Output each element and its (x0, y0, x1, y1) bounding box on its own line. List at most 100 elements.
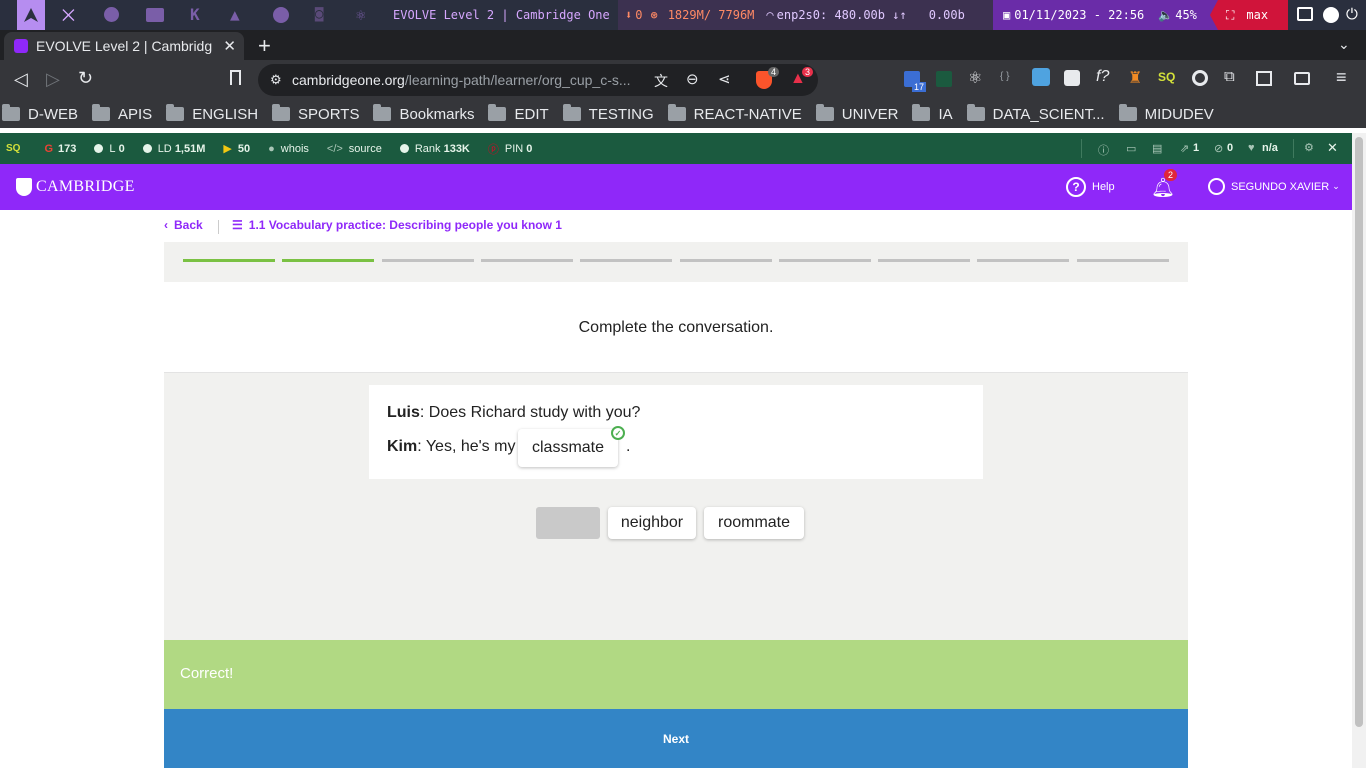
back-nav-icon[interactable]: ◁ (14, 69, 28, 90)
bookmark-folder[interactable]: DATA_SCIENT... (966, 104, 1105, 123)
new-tab-icon[interactable]: + (258, 33, 271, 59)
next-button[interactable]: Next (164, 709, 1188, 768)
bookmark-folder[interactable]: REACT-NATIVE (667, 104, 802, 123)
bookmark-folder[interactable]: IA (912, 104, 953, 123)
tab-title: EVOLVE Level 2 | Cambridg (36, 38, 213, 54)
folder-icon (966, 104, 985, 121)
line-end: . (626, 438, 631, 455)
vlc-icon[interactable]: ▲ (230, 5, 240, 24)
monitor-icon[interactable]: ▭ (1126, 142, 1136, 155)
bookmark-label: IA (938, 105, 953, 123)
chess-extension-icon[interactable]: ♜ (1128, 68, 1142, 88)
folder-icon (166, 104, 185, 121)
files-icon[interactable] (146, 8, 164, 22)
cambridge-logo[interactable]: CAMBRIDGE (16, 178, 135, 196)
scrollbar-thumb[interactable] (1355, 137, 1363, 727)
page-icon[interactable]: ▤ (1152, 142, 1162, 155)
hex-extension-icon[interactable] (1064, 70, 1080, 86)
react-icon[interactable]: ⚛ (356, 5, 366, 24)
seo-links[interactable]: L 0 (94, 143, 125, 155)
dot-icon (94, 144, 104, 153)
info-icon[interactable]: ⓘ (1098, 142, 1109, 158)
wallet-icon[interactable] (1294, 72, 1310, 85)
tab-close-icon[interactable]: ✕ (223, 37, 236, 55)
bookmark-page-icon[interactable] (230, 70, 241, 85)
seo-divider (1293, 139, 1294, 158)
user-menu[interactable]: SEGUNDO XAVIER ⌄ (1208, 178, 1340, 195)
page-scrollbar[interactable] (1352, 133, 1366, 768)
seo-rank[interactable]: Rank 133K (399, 143, 470, 155)
active-tab[interactable]: EVOLVE Level 2 | Cambridg ✕ (4, 32, 244, 60)
notification-count: 2 (1164, 169, 1178, 181)
seo-google-index[interactable]: G 173 (44, 143, 76, 155)
layout-widget[interactable]: ⛶ max (1210, 0, 1288, 30)
vscode-icon[interactable]: ⨉ (62, 6, 75, 26)
color-picker-icon[interactable] (1032, 68, 1050, 86)
share-icon[interactable]: ⋖ (718, 70, 731, 88)
translate-icon[interactable]: 文 (654, 71, 668, 91)
react-devtools-icon[interactable]: ⚛ (968, 68, 982, 88)
dot-icon (399, 144, 409, 153)
address-bar[interactable]: ⚙ cambridgeone.org/learning-path/learner… (258, 64, 818, 96)
bookmark-folder[interactable]: Bookmarks (373, 104, 474, 123)
tab-list-icon[interactable]: ⌄ (1338, 36, 1350, 53)
forward-nav-icon[interactable]: ▷ (46, 69, 60, 90)
seo-pinterest[interactable]: ⓟ PIN 0 (488, 141, 533, 157)
settings-icon[interactable] (1323, 7, 1339, 23)
power-icon[interactable]: ⏻ (1346, 5, 1358, 23)
seo-extension-icon[interactable]: SQ (1158, 70, 1175, 84)
kdenlive-icon[interactable]: K (190, 5, 200, 24)
bookmark-folder[interactable]: EDIT (488, 104, 549, 123)
bookmark-label: MIDUDEV (1144, 105, 1214, 123)
extensions-puzzle-icon[interactable]: ⧉ (1224, 68, 1235, 85)
window-title: EVOLVE Level 2 | Cambridge One (393, 8, 610, 22)
wifi-icon: ◠ (766, 8, 774, 22)
brave-badge: 4 (768, 67, 780, 77)
notifications-button[interactable]: 🔔︎ 2 (1151, 169, 1178, 200)
back-link[interactable]: ‹ Back (164, 218, 203, 232)
bookmark-label: EDIT (514, 105, 549, 123)
function-extension-icon[interactable]: f? (1096, 68, 1109, 86)
keyboard-icon[interactable] (1297, 7, 1313, 21)
zoom-icon[interactable]: ⊖ (686, 70, 699, 88)
bookmark-folder[interactable]: MIDUDEV (1118, 104, 1214, 123)
stats-extension-icon[interactable] (936, 71, 952, 87)
help-button[interactable]: ? Help (1066, 177, 1115, 197)
json-extension-icon[interactable]: { } (1000, 71, 1009, 82)
bookmark-folder[interactable]: APIS (92, 104, 152, 123)
option-chip[interactable]: roommate (704, 507, 804, 539)
dot-icon (142, 144, 152, 153)
browser-icon[interactable] (104, 7, 119, 22)
extension-badge: 17 (912, 82, 927, 92)
site-info-icon[interactable]: ⚙ (270, 72, 282, 88)
seo-close-icon[interactable]: ✕ (1327, 140, 1338, 156)
logo-text: CAMBRIDGE (36, 178, 135, 195)
spotify-icon[interactable] (273, 7, 289, 23)
seo-source[interactable]: </> source (327, 143, 382, 155)
target-extension-icon[interactable] (1192, 70, 1208, 86)
arch-launcher-icon[interactable] (17, 0, 45, 30)
seo-logo-icon[interactable]: SQ (6, 143, 20, 154)
seo-whois[interactable]: ● whois (268, 143, 309, 155)
bookmark-folder[interactable]: UNIVER (815, 104, 899, 123)
nofollow-icon[interactable]: ⊘ (1214, 142, 1223, 155)
option-chip[interactable]: neighbor (608, 507, 696, 539)
seo-link-domains[interactable]: LD 1,51M (142, 143, 205, 155)
seo-label: source (348, 142, 382, 155)
answer-chip[interactable]: classmate (518, 429, 618, 467)
bookmark-label: TESTING (588, 105, 654, 123)
discord-icon[interactable]: ◙ (315, 6, 323, 22)
seo-settings-icon[interactable]: ⚙ (1304, 141, 1314, 154)
bookmark-folder[interactable]: D-WEB (2, 104, 78, 123)
reload-icon[interactable]: ↻ (78, 68, 93, 89)
sidebar-icon[interactable] (1256, 71, 1272, 86)
bookmark-folder[interactable]: TESTING (562, 104, 654, 123)
bookmark-folder[interactable]: ENGLISH (166, 104, 258, 123)
menu-icon[interactable]: ≡ (1336, 67, 1347, 88)
external-links-icon[interactable]: ⇗ (1180, 142, 1189, 155)
person-icon: ● (268, 142, 275, 155)
folder-icon (1118, 104, 1137, 121)
seo-bing-index[interactable]: ▶ 50 (223, 142, 250, 156)
bookmark-folder[interactable]: SPORTS (272, 104, 359, 123)
bookmark-label: UNIVER (841, 105, 899, 123)
